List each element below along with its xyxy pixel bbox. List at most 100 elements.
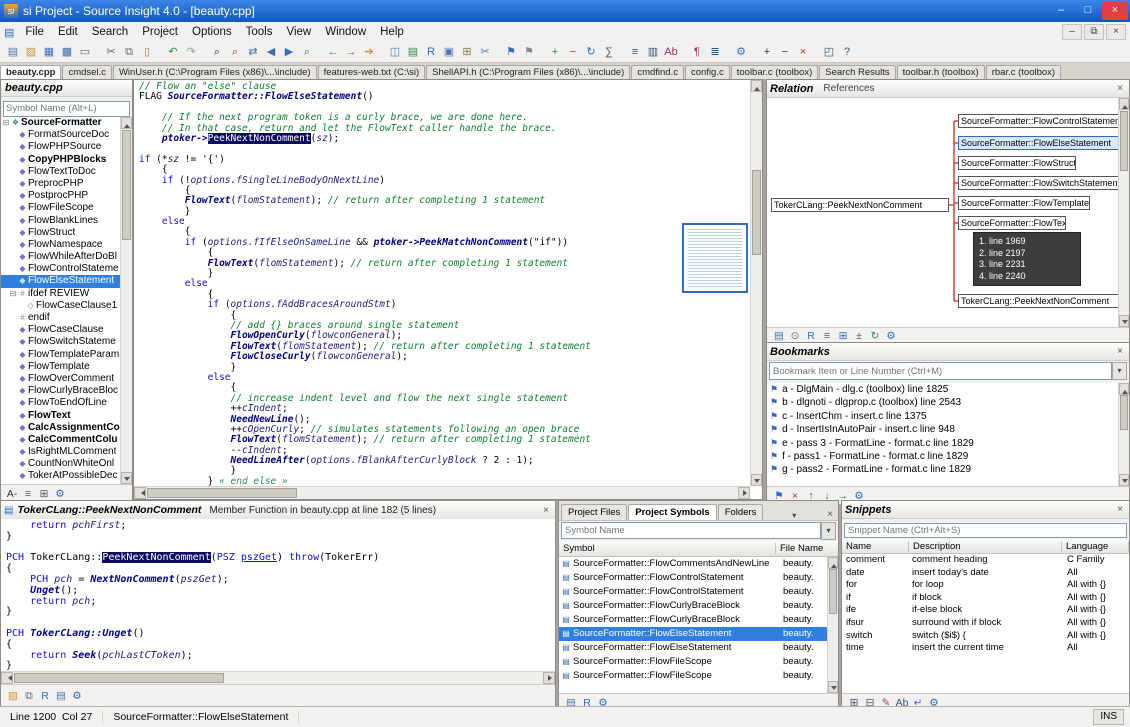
symbol-row[interactable]: ▤ SourceFormatter::FlowFileScope beauty. xyxy=(559,655,838,669)
menu-item[interactable]: Project xyxy=(135,24,185,40)
snippet-row[interactable]: time insert the current time All xyxy=(842,642,1129,655)
mdi-minimize-button[interactable]: – xyxy=(1062,24,1082,40)
context-window-icon[interactable]: ▣ xyxy=(441,44,457,60)
file-tab[interactable]: cmdfind.c xyxy=(631,65,684,79)
go-back-icon[interactable]: ← xyxy=(325,44,341,60)
clip-window-icon[interactable]: ✂ xyxy=(477,44,493,60)
file-tab[interactable]: cmdsel.c xyxy=(62,65,111,79)
symbol-name-input[interactable] xyxy=(3,101,130,117)
menu-item[interactable]: Edit xyxy=(51,24,85,40)
symbol-tree-item[interactable]: ◆ IsRightMLComment xyxy=(1,446,120,458)
scroll-down-icon[interactable] xyxy=(751,474,762,486)
project-report-icon[interactable]: ∑ xyxy=(601,44,617,60)
search-forward-icon[interactable]: ▶ xyxy=(281,44,297,60)
settings-gear-icon[interactable]: ⚙ xyxy=(884,329,898,343)
symbol-tree-item[interactable]: ◆ FlowFileScope xyxy=(1,202,120,214)
browse-project-icon[interactable]: ▥ xyxy=(645,44,661,60)
symbol-tree-item[interactable]: ◆ CalcCommentColu xyxy=(1,434,120,446)
symbol-row[interactable]: ▤ SourceFormatter::FlowElseStatement bea… xyxy=(559,641,838,655)
file-tab[interactable]: beauty.cpp xyxy=(0,65,61,79)
copy-icon[interactable]: ⧉ xyxy=(22,689,36,703)
open-file-icon[interactable]: ▨ xyxy=(23,44,39,60)
bookmark-item[interactable]: ⚑a - DlgMain - dlg.c (toolbox) line 1825 xyxy=(767,383,1129,396)
bookmark-item[interactable]: ⚑b - dlgnoti - dlgprop.c (toolbox) line … xyxy=(767,396,1129,409)
symbol-tree-item[interactable]: ◆ FlowOverComment xyxy=(1,373,120,385)
symbol-row[interactable]: ▤ SourceFormatter::FlowElseStatement bea… xyxy=(559,627,838,641)
settings-gear-icon[interactable]: ⚙ xyxy=(70,689,84,703)
bookmark-list-icon[interactable]: ⚑ xyxy=(521,44,537,60)
close-button[interactable]: × xyxy=(1102,2,1128,20)
scrollbar-thumb[interactable] xyxy=(752,170,761,255)
pin-icon[interactable]: ⊙ xyxy=(788,329,802,343)
menu-item[interactable]: Help xyxy=(373,24,411,40)
zoom-in-icon[interactable]: + xyxy=(759,44,775,60)
snippet-name-input[interactable] xyxy=(844,523,1127,538)
symbol-tree-item[interactable]: ◆ FlowControlStateme xyxy=(1,263,120,275)
refresh-icon[interactable]: ↻ xyxy=(868,329,882,343)
scrollbar-thumb[interactable] xyxy=(1120,111,1128,171)
symbol-window-icon[interactable]: ◫ xyxy=(387,44,403,60)
symbol-tree-item[interactable]: ◆ FlowCaseClause xyxy=(1,324,120,336)
smart-rename-icon[interactable]: Ab xyxy=(663,44,679,60)
column-header-language[interactable]: Language xyxy=(1062,541,1129,552)
symbol-tree-item[interactable]: ◆ CalcAssignmentCol xyxy=(1,422,120,434)
go-forward-icon[interactable]: → xyxy=(343,44,359,60)
menu-item[interactable]: Search xyxy=(85,24,135,40)
relation-target-node[interactable]: SourceFormatter::FlowSwitchStatement xyxy=(958,176,1128,190)
bookmark-scrollbar[interactable] xyxy=(1118,383,1129,486)
line-reference[interactable]: 2. line 2197 xyxy=(979,248,1075,260)
remove-file-icon[interactable]: − xyxy=(565,44,581,60)
relation-icon[interactable]: R xyxy=(38,689,52,703)
expander-icon[interactable]: ⊟ xyxy=(2,117,10,129)
relation-window-icon[interactable]: R xyxy=(423,44,439,60)
symbol-tree-item[interactable]: ◆ FlowSwitchStateme xyxy=(1,336,120,348)
scroll-down-icon[interactable] xyxy=(121,472,132,484)
line-reference[interactable]: 3. line 2231 xyxy=(979,259,1075,271)
code-area[interactable]: // Flow an "else" clauseFLAG SourceForma… xyxy=(134,80,750,486)
snippet-row[interactable]: for for loop All with {} xyxy=(842,579,1129,592)
minimize-button[interactable]: – xyxy=(1048,2,1074,20)
print-icon[interactable]: ▭ xyxy=(77,44,93,60)
window-split-icon[interactable]: ◰ xyxy=(821,44,837,60)
menu-item[interactable]: Options xyxy=(185,24,239,40)
close-icon[interactable]: × xyxy=(540,505,552,516)
scroll-up-icon[interactable] xyxy=(828,557,838,569)
toggle-bookmark-icon[interactable]: ⚑ xyxy=(503,44,519,60)
relation-target-node[interactable]: SourceFormatter::FlowTemplate xyxy=(958,196,1090,210)
scroll-down-icon[interactable] xyxy=(1119,315,1129,327)
symbol-tree-item[interactable]: ◆ FlowNamespace xyxy=(1,239,120,251)
symbol-tree-item[interactable]: ◆ FlowTemplateParam xyxy=(1,349,120,361)
snippet-row[interactable]: ife if-else block All with {} xyxy=(842,604,1129,617)
scroll-up-icon[interactable] xyxy=(751,80,762,92)
menu-item[interactable]: View xyxy=(280,24,319,40)
line-reference[interactable]: 1. line 1969 xyxy=(979,236,1075,248)
snippet-row[interactable]: date insert today's date All xyxy=(842,567,1129,580)
editor-vertical-scrollbar[interactable] xyxy=(750,80,762,486)
context-code[interactable]: return pchFirst;}PCH TokerCLang::PeekNex… xyxy=(1,519,555,671)
scroll-right-icon[interactable] xyxy=(543,672,555,684)
column-header-description[interactable]: Description xyxy=(909,541,1062,552)
bookmark-search-input[interactable] xyxy=(769,362,1112,380)
snippet-row[interactable]: ifsur surround with if block All with {} xyxy=(842,617,1129,630)
expander-icon[interactable]: ⊟ xyxy=(9,288,17,300)
undo-icon[interactable]: ↶ xyxy=(165,44,181,60)
file-tab[interactable]: toolbar.c (toolbox) xyxy=(731,65,819,79)
incremental-search-icon[interactable]: ⌕ xyxy=(299,44,315,60)
dropdown-arrow-icon[interactable]: ▾ xyxy=(1112,362,1127,380)
group-by-type-icon[interactable]: ≡ xyxy=(21,487,35,501)
relation-target-node[interactable]: SourceFormatter::FlowControlStatemen xyxy=(958,114,1126,128)
relation-target-node[interactable]: SourceFormatter::FlowText xyxy=(958,216,1066,230)
file-tab[interactable]: features-web.txt (C:\si) xyxy=(318,65,426,79)
zoom-out-icon[interactable]: − xyxy=(777,44,793,60)
symbol-tree-item[interactable]: ◆ FlowElseStatement xyxy=(1,275,120,287)
relation-target-node[interactable]: SourceFormatter::FlowElseStatement xyxy=(958,136,1122,150)
scroll-left-icon[interactable] xyxy=(1,672,13,684)
replace-icon[interactable]: ⇄ xyxy=(245,44,261,60)
help-icon[interactable]: ? xyxy=(839,44,855,60)
symbol-tree-item[interactable]: ◆ PostprocPHP xyxy=(1,190,120,202)
graph-view-icon[interactable]: ⊞ xyxy=(836,329,850,343)
symbol-tree-item[interactable]: ◆ CopyPHPBlocks xyxy=(1,154,120,166)
symbol-tree-item[interactable]: ◆ FlowWhileAfterDoBl xyxy=(1,251,120,263)
column-header-filename[interactable]: File Name xyxy=(776,543,838,554)
options-icon[interactable]: ⚙ xyxy=(733,44,749,60)
